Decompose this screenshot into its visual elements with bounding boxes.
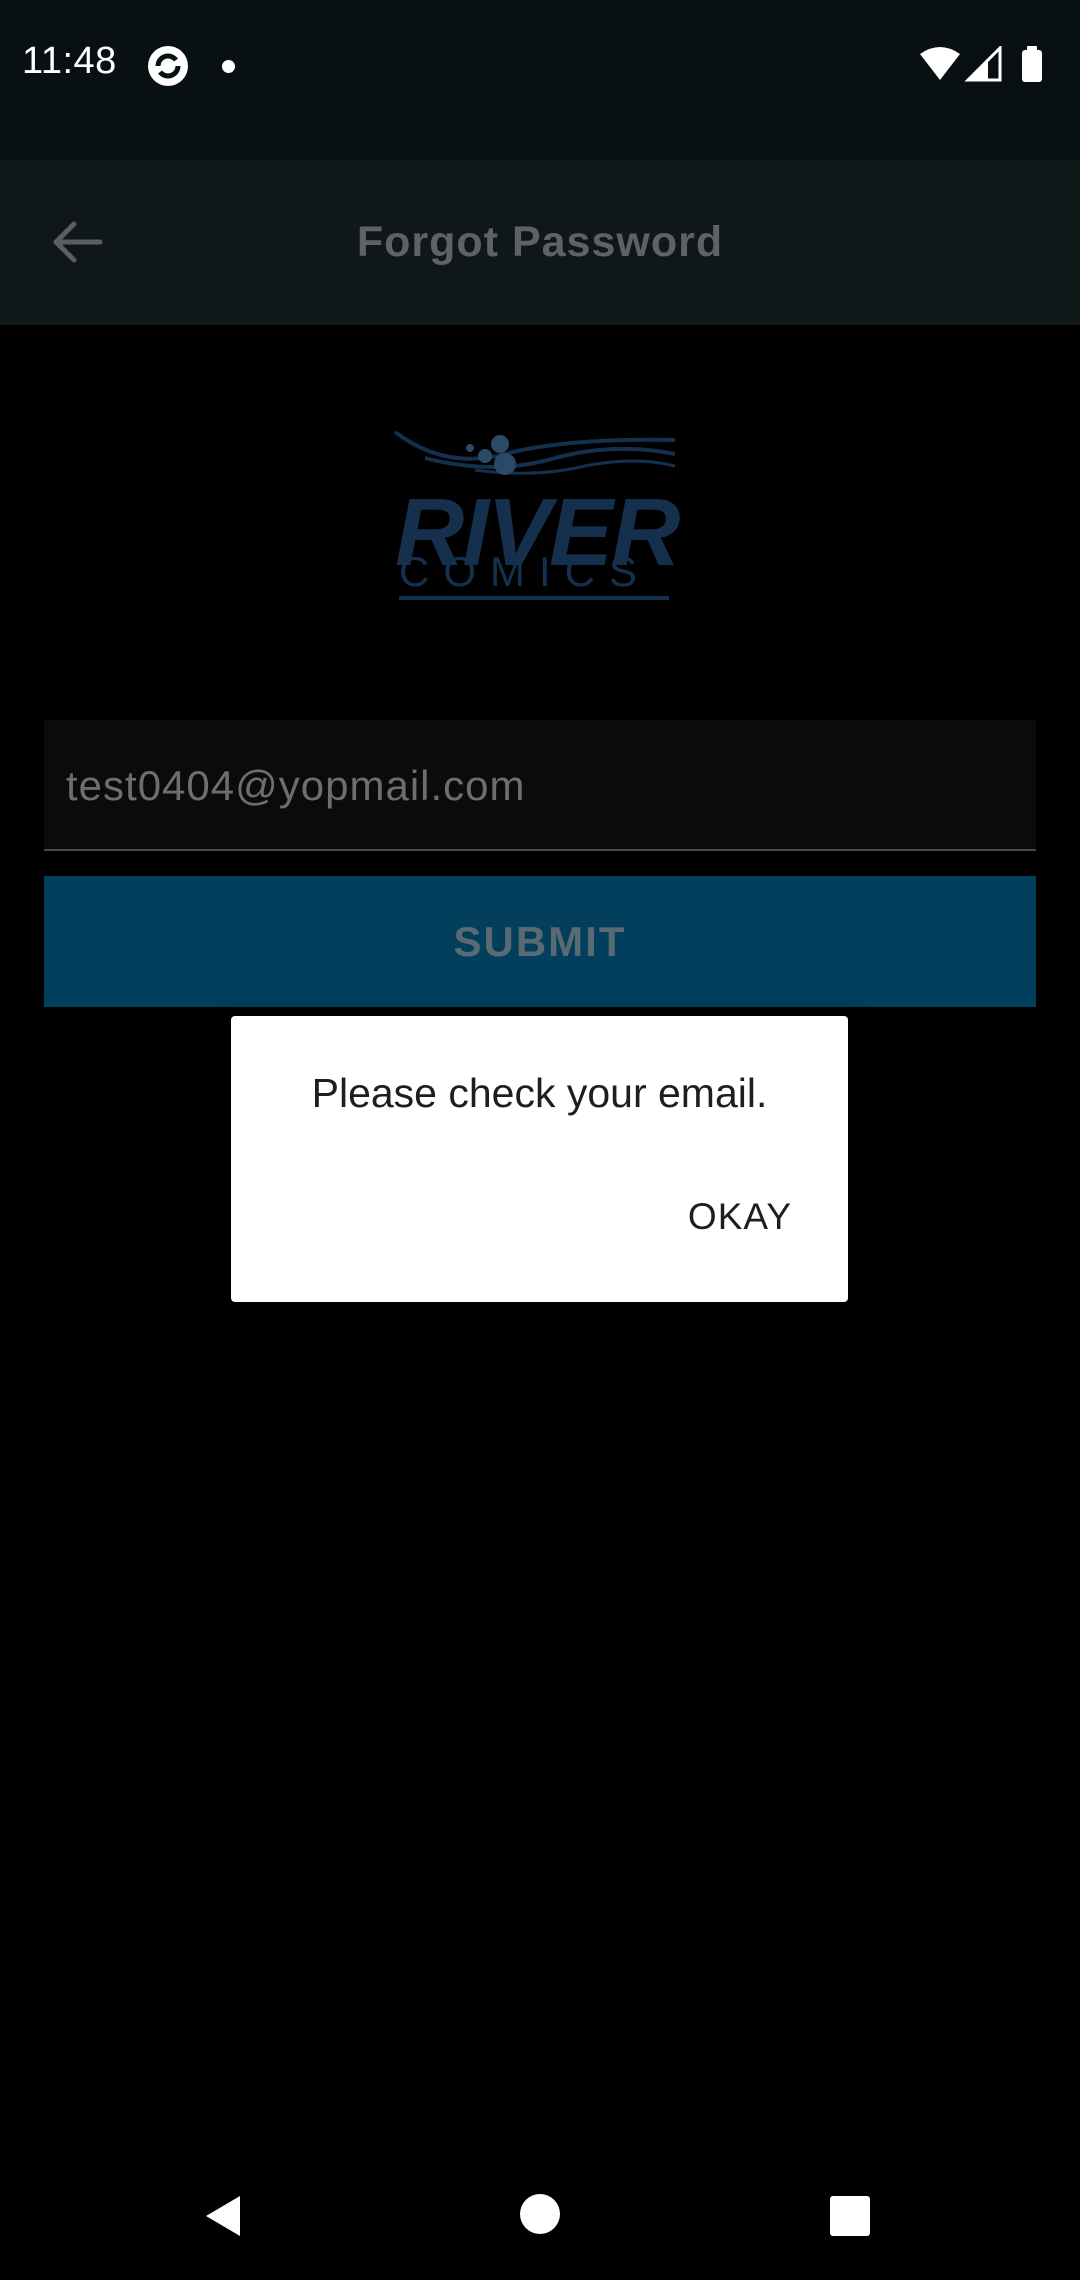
nav-recents-icon[interactable] [830, 2196, 870, 2236]
nav-home-icon[interactable] [520, 2194, 560, 2234]
system-nav-bar [0, 2150, 1080, 2280]
signal-icon [964, 46, 1002, 82]
status-time: 11:48 [22, 40, 117, 82]
sync-app-icon [148, 46, 188, 86]
app-bar: Forgot Password [0, 160, 1080, 325]
screen: 11:48 Forgot Password RIVER COMICS test0… [0, 0, 1080, 2280]
logo-text-comics: COMICS [399, 548, 669, 600]
arrow-back-icon [53, 221, 103, 263]
nav-back-icon[interactable] [200, 2192, 248, 2240]
email-field[interactable]: test0404@yopmail.com [44, 720, 1036, 851]
river-comics-logo: RIVER COMICS [385, 420, 685, 610]
status-icons [920, 46, 1042, 82]
notification-dot-icon [222, 60, 235, 73]
dialog-message: Please check your email. [311, 1070, 768, 1116]
page-title: Forgot Password [356, 218, 724, 266]
status-bar: 11:48 [0, 0, 1080, 160]
email-value: test0404@yopmail.com [66, 762, 526, 809]
wifi-icon [920, 47, 960, 80]
back-button[interactable] [36, 200, 120, 284]
submit-button[interactable]: SUBMIT [44, 876, 1036, 1007]
battery-icon [1022, 46, 1042, 82]
alert-dialog: Please check your email. OKAY [231, 1016, 848, 1302]
okay-button[interactable]: OKAY [688, 1196, 792, 1238]
